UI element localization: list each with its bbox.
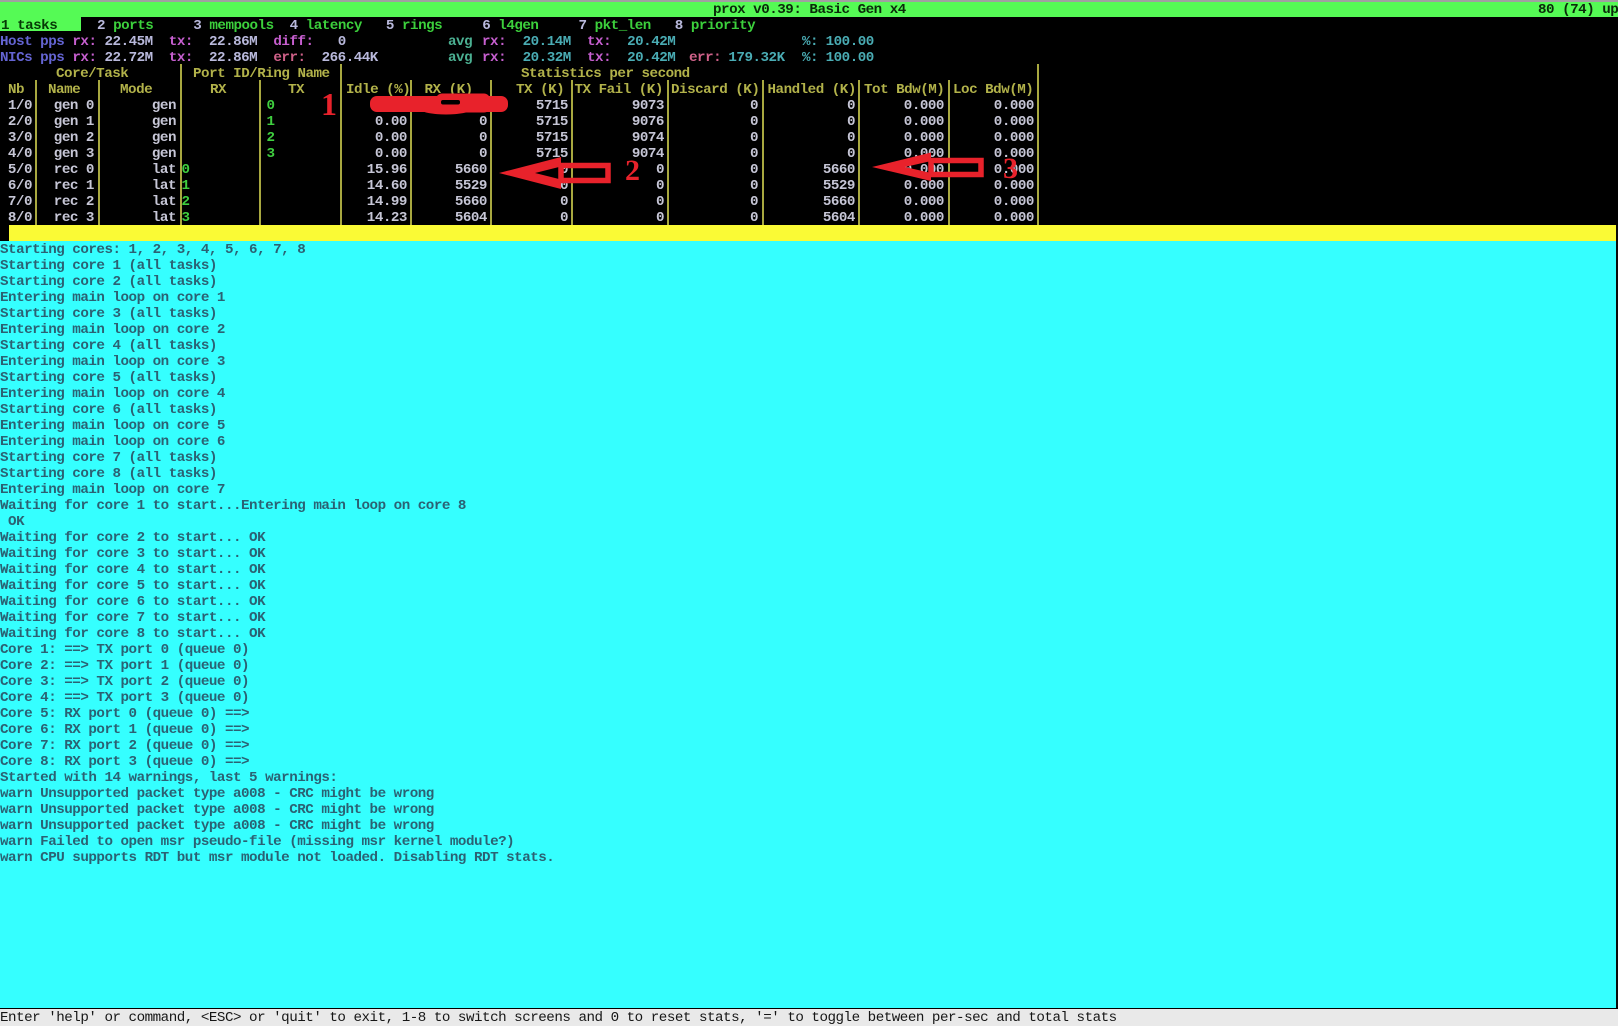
svg-text:2: 2 [625,154,640,187]
svg-text:3: 3 [1003,152,1018,185]
svg-text:1: 1 [321,86,337,122]
